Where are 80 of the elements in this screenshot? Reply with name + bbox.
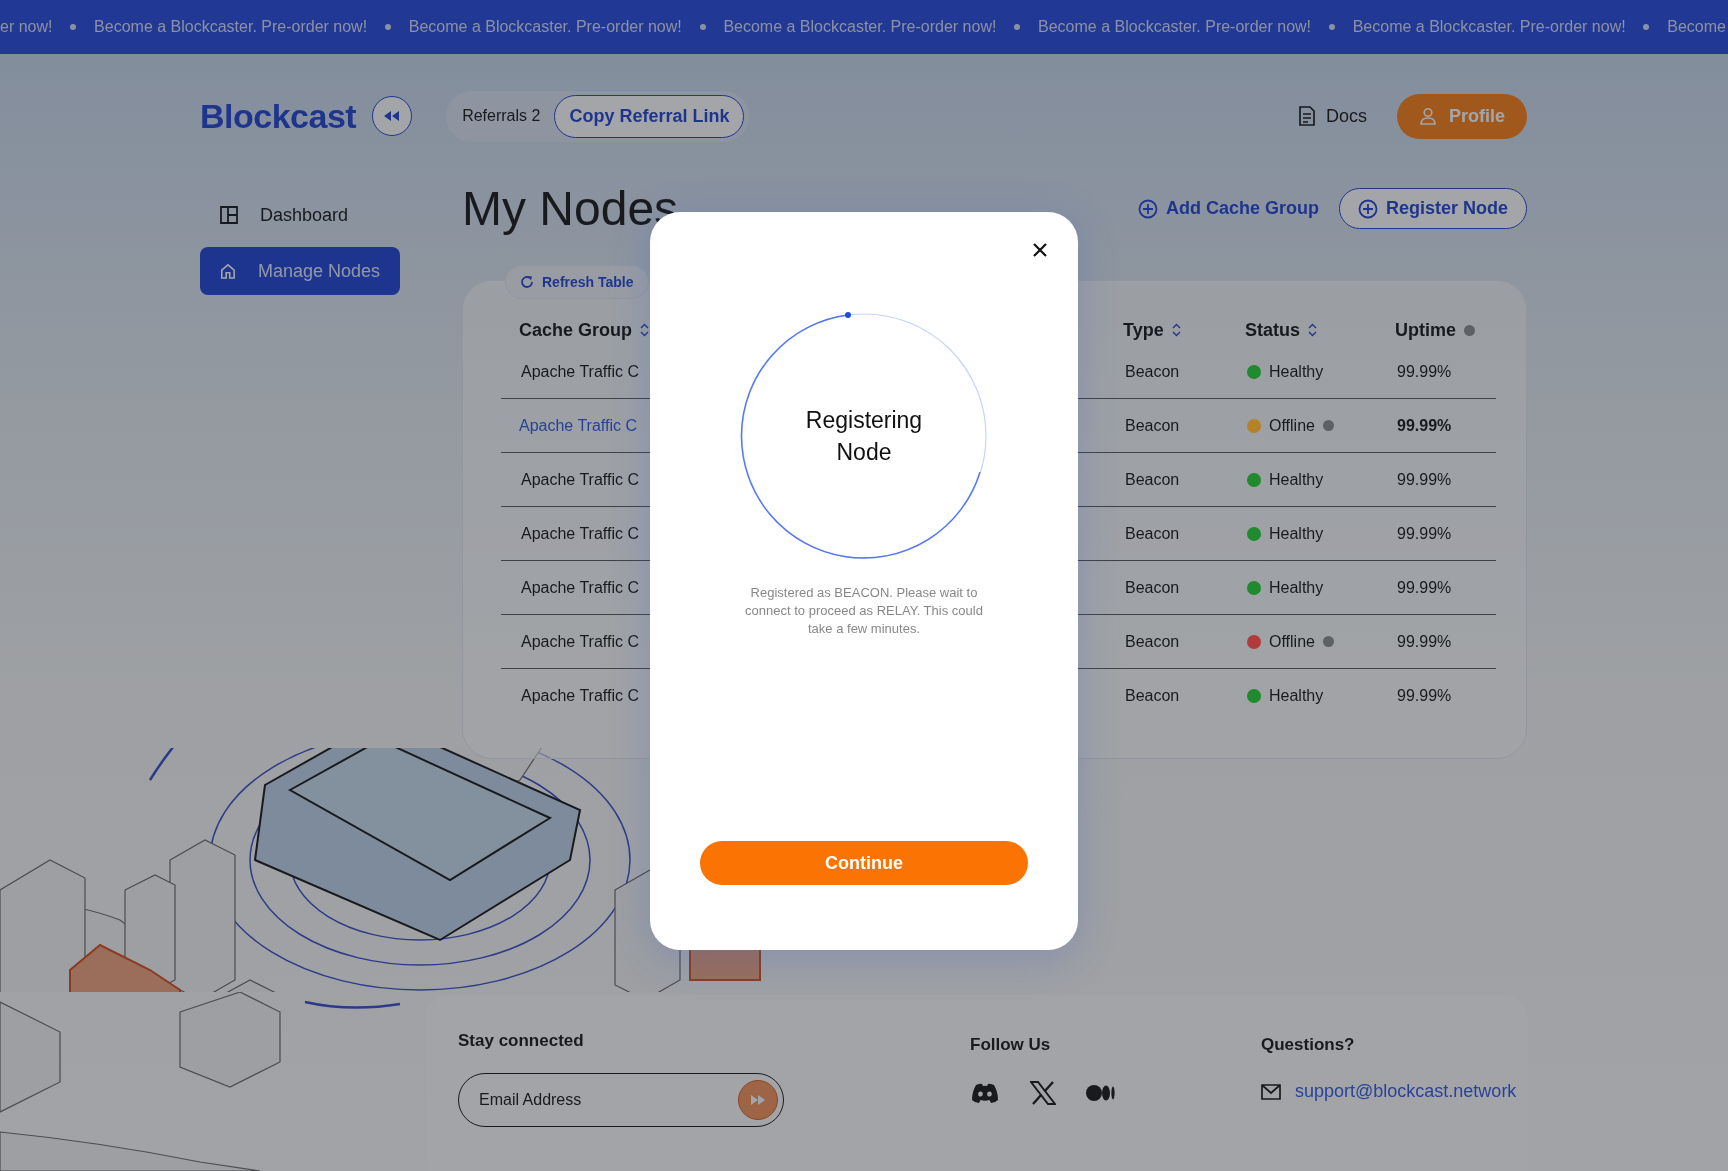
type-cell-text: Beacon	[1124, 470, 1180, 489]
user-icon	[1419, 107, 1437, 125]
status-text: Healthy	[1269, 524, 1324, 543]
cache-group-cell[interactable]: Apache Traffic C	[501, 686, 639, 705]
column-header[interactable]: Type	[1123, 319, 1164, 341]
copy-referral-link-button[interactable]: Copy Referral Link	[554, 94, 745, 138]
uptime-cell-text: 99.99%	[1396, 362, 1452, 381]
x-logo-icon[interactable]	[1030, 1081, 1056, 1105]
type-cell-text: Beacon	[1124, 632, 1180, 651]
column-header[interactable]: Cache Group	[519, 319, 633, 341]
type-cell-text: Beacon	[1124, 362, 1180, 381]
status-text: Healthy	[1269, 578, 1324, 597]
continue-button[interactable]: Continue	[700, 841, 1028, 885]
plus-circle-icon	[1137, 198, 1158, 219]
promo-text[interactable]: Become a Blockcaster. Pre-order now!	[408, 18, 682, 36]
cache-group-cell[interactable]: Apache Traffic C	[501, 470, 639, 489]
support-email-link[interactable]: support@blockcast.network	[1295, 1081, 1517, 1102]
plus-circle-icon	[1357, 198, 1378, 219]
status-text: Healthy	[1269, 470, 1324, 489]
brand-logo[interactable]: Blockcast	[200, 96, 357, 136]
email-field[interactable]: Email Address	[458, 1073, 784, 1127]
uptime-cell-text: 99.99%	[1396, 416, 1452, 435]
referrals-count: Referrals 2	[462, 107, 541, 125]
cache-group-cell[interactable]: Apache Traffic C	[501, 524, 639, 543]
footer-heading: Questions?	[1261, 1035, 1356, 1055]
dialog-title: Registering Node	[804, 406, 924, 467]
promo-text[interactable]: Become	[1667, 18, 1726, 36]
uptime-cell-text: 99.99%	[1396, 470, 1452, 489]
footer-heading: Follow Us	[970, 1035, 1052, 1055]
promo-text[interactable]: Become a Blockcaster. Pre-order now!	[723, 18, 997, 36]
status-text: Healthy	[1269, 686, 1324, 705]
progress-ring-icon	[740, 312, 988, 560]
add-cache-group-button[interactable]: Add Cache Group	[1137, 198, 1319, 219]
sort-icon[interactable]	[1308, 323, 1317, 337]
uptime-cell-text: 99.99%	[1396, 632, 1452, 651]
refresh-icon	[520, 275, 534, 289]
promo-text[interactable]: Become a Blockcaster. Pre-order now!	[1352, 18, 1626, 36]
double-right-arrow-icon	[750, 1095, 766, 1105]
layout-icon	[220, 206, 238, 224]
promo-text[interactable]: Become a Blockcaster. Pre-order now!	[1038, 18, 1312, 36]
info-icon[interactable]	[1322, 420, 1334, 431]
status-text: Offline	[1269, 632, 1315, 651]
dots-logo-icon[interactable]	[1086, 1084, 1116, 1102]
cache-group-cell[interactable]: Apache Traffic C	[501, 632, 639, 651]
type-cell-text: Beacon	[1124, 686, 1180, 705]
info-icon[interactable]	[1322, 636, 1334, 647]
controller-logo-icon[interactable]	[970, 1082, 1000, 1104]
uptime-cell-text: 99.99%	[1396, 578, 1452, 597]
footer-heading: Stay connected	[458, 1031, 585, 1051]
refresh-table-button[interactable]: Refresh Table	[505, 265, 649, 299]
home-icon	[220, 262, 236, 280]
sidebar-item[interactable]: Manage Nodes	[200, 247, 400, 295]
close-icon	[1032, 242, 1048, 258]
double-left-arrow-icon	[384, 111, 401, 121]
sort-icon[interactable]	[1171, 323, 1181, 337]
uptime-cell-text: 99.99%	[1396, 524, 1452, 543]
type-cell-text: Beacon	[1124, 524, 1180, 543]
uptime-cell-text: 99.99%	[1396, 686, 1452, 705]
submit-button[interactable]	[738, 1080, 778, 1120]
docs-link[interactable]: Docs	[1297, 105, 1367, 127]
register-node-button[interactable]: Register Node	[1338, 188, 1527, 229]
type-cell-text: Beacon	[1124, 578, 1180, 597]
column-header[interactable]: Uptime	[1395, 319, 1456, 341]
promo-text[interactable]: er now!	[0, 18, 53, 36]
column-header[interactable]: Status	[1245, 319, 1300, 341]
cache-group-cell[interactable]: Apache Traffic C	[501, 416, 637, 435]
status-text: Healthy	[1269, 362, 1324, 381]
dialog-message: Registered as BEACON. Please wait to connect to proceed as RELAY. This could take a few minutes.	[744, 584, 984, 638]
cache-group-cell[interactable]: Apache Traffic C	[501, 362, 639, 381]
info-icon[interactable]	[1464, 324, 1475, 336]
sidebar-item[interactable]: Dashboard	[200, 191, 400, 239]
profile-button[interactable]: Profile	[1397, 93, 1527, 139]
collapse-sidebar-button[interactable]	[372, 96, 413, 136]
cache-group-cell[interactable]: Apache Traffic C	[501, 578, 639, 597]
sort-icon[interactable]	[640, 323, 650, 337]
document-icon	[1297, 106, 1316, 126]
mail-icon	[1261, 1083, 1281, 1100]
promo-text[interactable]: Become a Blockcaster. Pre-order now!	[94, 18, 368, 36]
status-text: Offline	[1269, 416, 1315, 435]
type-cell-text: Beacon	[1124, 416, 1180, 435]
